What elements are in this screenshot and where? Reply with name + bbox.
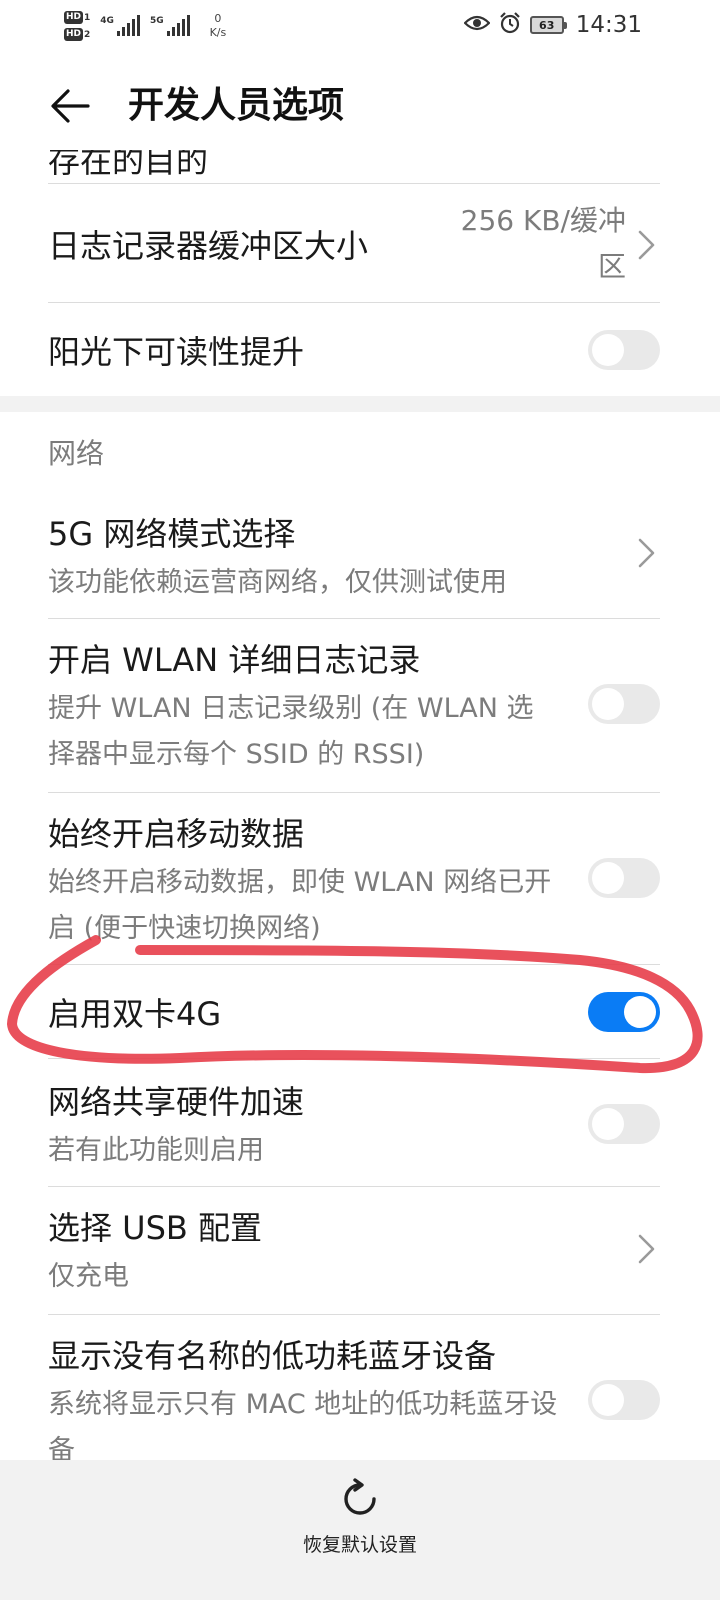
5g-mode-subtitle: 该功能依赖运营商网络，仅供测试使用 [48, 567, 507, 598]
divider [48, 1186, 660, 1187]
settings-list[interactable]: 存在的目的 日志记录器缓冲区大小 256 KB/缓冲区 阳光下可读性提升 网络 … [0, 150, 720, 1460]
show-nameless-ble-devices-subtitle: 系统将显示只有 MAC 地址的低功耗蓝牙设备 [48, 1389, 558, 1460]
divider [48, 1058, 660, 1059]
show-nameless-ble-devices-toggle[interactable] [588, 1380, 660, 1420]
restore-icon [344, 1478, 376, 1515]
5g-mode-title: 5G 网络模式选择 [48, 515, 296, 553]
back-arrow-icon [51, 89, 90, 123]
wlan-verbose-logging-subtitle: 提升 WLAN 日志记录级别 (在 WLAN 选择器中显示每个 SSID 的 R… [48, 693, 534, 770]
section-separator [0, 396, 720, 412]
chevron-right-icon [638, 230, 655, 260]
page-title: 开发人员选项 [128, 85, 345, 126]
sim2-hd-label: HD [64, 28, 84, 41]
battery-level: 63 [539, 18, 555, 32]
usb-configuration-title: 选择 USB 配置 [48, 1209, 263, 1247]
developer-options-screen: HD 1 HD 2 4G 5G 0 K/s 63 14:31 开发人员选项 存在… [0, 0, 720, 1600]
divider [48, 964, 660, 965]
network-speed-unit: K/s [209, 26, 227, 39]
mobile-data-always-on-toggle[interactable] [588, 858, 660, 898]
sim1-hd-label: HD [64, 11, 84, 24]
divider [48, 302, 660, 303]
eye-icon [463, 14, 491, 36]
network-type-2: 5G [149, 16, 164, 26]
signal-2-icon: 5G [149, 15, 190, 36]
restore-defaults-label: 恢复默认设置 [302, 1534, 417, 1556]
network-speed: 0 K/s [210, 12, 227, 40]
alarm-icon [498, 11, 522, 39]
tethering-hw-acceleration-subtitle: 若有此功能则启用 [48, 1135, 264, 1166]
sim1-hd-badge: HD 1 [64, 11, 90, 24]
chevron-right-icon [638, 538, 655, 568]
sim-badges: HD 1 HD 2 [64, 11, 90, 41]
log-buffer-size-title: 日志记录器缓冲区大小 [48, 227, 369, 265]
divider [48, 1314, 660, 1315]
log-buffer-size-value: 256 KB/缓冲区 [460, 204, 626, 283]
usb-configuration-subtitle: 仅充电 [48, 1261, 129, 1292]
signal-1-icon: 4G [100, 15, 140, 36]
sim2-index: 2 [84, 29, 91, 40]
status-bar: HD 1 HD 2 4G 5G 0 K/s 63 14:31 [0, 0, 720, 50]
tethering-hw-acceleration-toggle[interactable] [588, 1104, 660, 1144]
wlan-verbose-logging-toggle[interactable] [588, 684, 660, 724]
sunlight-readability-title: 阳光下可读性提升 [48, 333, 305, 371]
show-nameless-ble-devices-title: 显示没有名称的低功耗蓝牙设备 [48, 1337, 497, 1375]
back-button[interactable] [44, 80, 96, 132]
divider [48, 183, 660, 184]
status-bar-right: 63 14:31 [463, 10, 642, 40]
partial-setting-item[interactable]: 存在的目的 [48, 150, 208, 182]
sunlight-readability-toggle[interactable] [588, 330, 660, 370]
bottom-bar: 恢复默认设置 [0, 1460, 720, 1600]
battery-icon: 63 [529, 16, 567, 34]
network-speed-value: 0 [214, 12, 222, 25]
status-time: 14:31 [575, 12, 642, 38]
mobile-data-always-on-title: 始终开启移动数据 [48, 815, 305, 853]
divider [48, 792, 660, 793]
status-bar-left: HD 1 HD 2 4G 5G 0 K/s [64, 6, 226, 46]
sim1-index: 1 [84, 12, 91, 23]
network-type-1: 4G [100, 16, 114, 26]
divider [48, 618, 660, 619]
tethering-hw-acceleration-title: 网络共享硬件加速 [48, 1083, 305, 1121]
title-bar: 开发人员选项 [0, 62, 720, 152]
wlan-verbose-logging-title: 开启 WLAN 详细日志记录 [48, 641, 421, 679]
sim2-hd-badge: HD 2 [64, 28, 90, 41]
mobile-data-always-on-subtitle: 始终开启移动数据，即使 WLAN 网络已开启 (便于快速切换网络) [48, 867, 552, 944]
dual-sim-4g-title: 启用双卡4G [48, 995, 222, 1033]
restore-defaults-button[interactable]: 恢复默认设置 [260, 1470, 460, 1590]
chevron-right-icon [638, 1234, 655, 1264]
dual-sim-4g-toggle[interactable] [588, 992, 660, 1032]
network-section-header: 网络 [48, 437, 105, 470]
